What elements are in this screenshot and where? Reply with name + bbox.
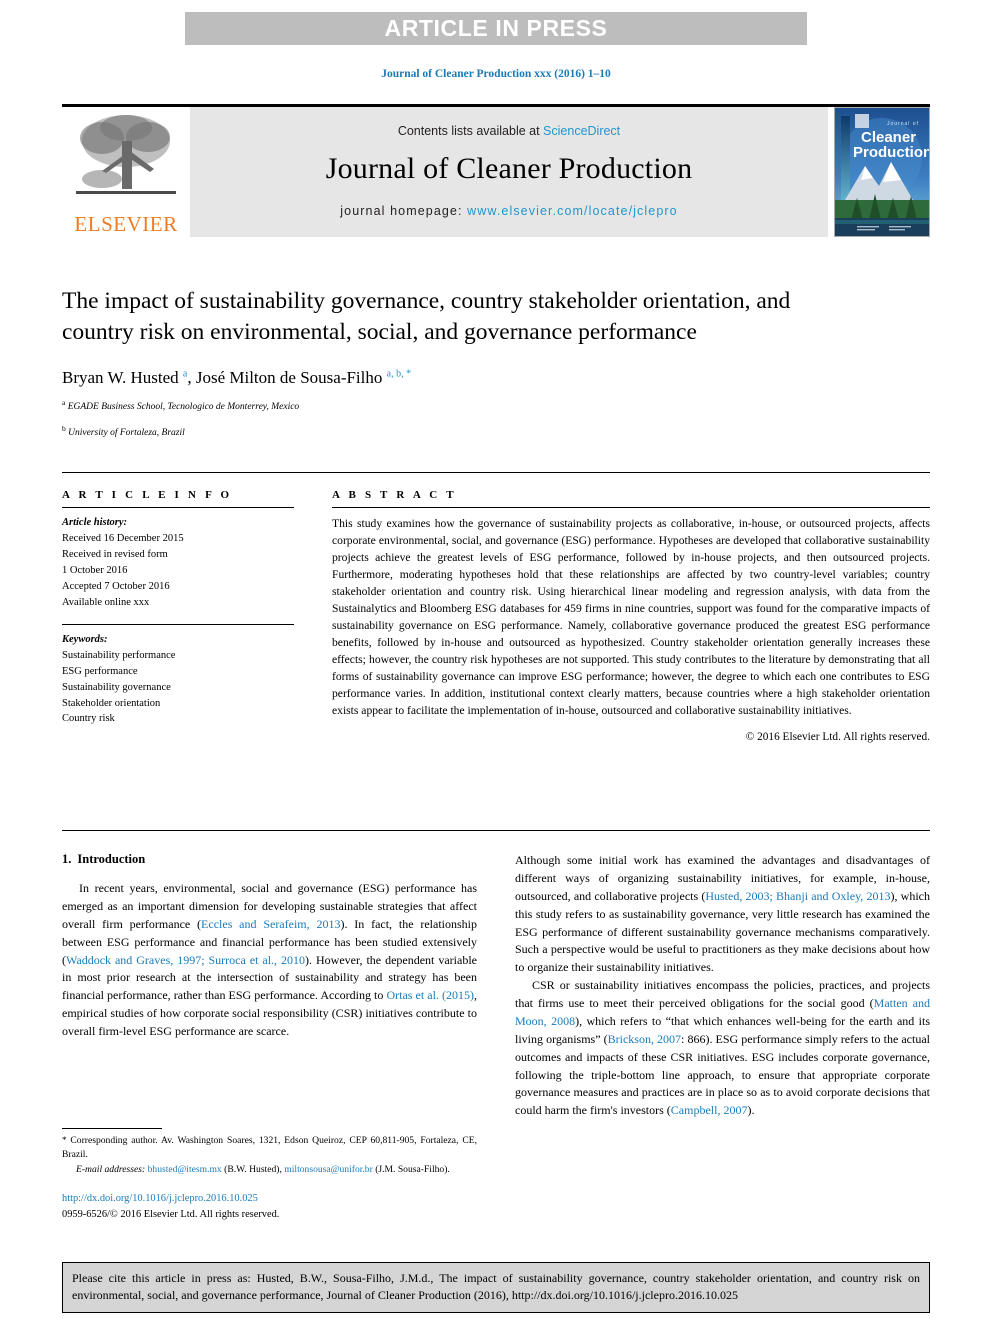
citation-link[interactable]: Eccles and Serafeim, 2013 (201, 917, 340, 931)
keyword-item: Sustainability governance (62, 681, 171, 693)
author-list: Bryan W. Husted a, José Milton de Sousa-… (62, 368, 862, 388)
email-owner-1: (B.W. Husted), (221, 1163, 285, 1175)
history-line: Received 16 December 2015 (62, 532, 184, 544)
affiliation-a: a EGADE Business School, Tecnologico de … (62, 397, 862, 414)
history-line: Received in revised form (62, 548, 168, 560)
keyword-item: Sustainability performance (62, 649, 176, 661)
journal-title: Journal of Cleaner Production (325, 152, 693, 185)
body-column-left: 1. Introduction In recent years, environm… (62, 852, 477, 1120)
title-block: The impact of sustainability governance,… (62, 286, 862, 441)
corresponding-author-note: * Corresponding author. Av. Washington S… (62, 1134, 477, 1163)
abstract-text: This study examines how the governance o… (332, 517, 930, 718)
citation-link[interactable]: Brickson, 2007 (608, 1032, 681, 1046)
elsevier-tree-icon (76, 115, 176, 194)
journal-masthead: ELSEVIER Contents lists available at Sci… (62, 104, 930, 240)
affiliation-b: b University of Fortaleza, Brazil (62, 423, 862, 440)
svg-text:Journal of: Journal of (887, 121, 919, 127)
body-columns: 1. Introduction In recent years, environm… (62, 852, 930, 1120)
email-addresses-note: E-mail addresses: bhusted@itesm.mx (B.W.… (62, 1163, 477, 1177)
contents-prefix: Contents lists available at (397, 124, 544, 138)
email-link-2[interactable]: miltonsousa@unifor.br (284, 1164, 373, 1175)
doi-block: http://dx.doi.org/10.1016/j.jclepro.2016… (62, 1191, 477, 1222)
citation-link[interactable]: Ortas et al. (2015) (386, 988, 474, 1002)
body-column-right: Although some initial work has examined … (515, 852, 930, 1120)
abstract-column: A B S T R A C T This study examines how … (332, 489, 930, 743)
affiliation-b-text: University of Fortaleza, Brazil (65, 428, 185, 439)
citation-link[interactable]: Campbell, 2007 (671, 1103, 748, 1117)
info-abstract-section: A R T I C L E I N F O Article history: R… (62, 489, 930, 743)
keywords-rule (62, 623, 294, 625)
journal-homepage-line: journal homepage: www.elsevier.com/locat… (340, 204, 677, 218)
paragraph-intro-1: In recent years, environmental, social a… (62, 880, 477, 1041)
article-info-rule (62, 507, 294, 508)
article-history-label: Article history: (62, 517, 128, 528)
text-run: CSR or sustainability initiatives encomp… (515, 978, 930, 1010)
issn-copyright-line: 0959-6526/© 2016 Elsevier Ltd. All right… (62, 1208, 280, 1220)
email-label: E-mail addresses: (76, 1163, 146, 1175)
journal-cover-thumbnail: Journal of Cleaner Production (834, 107, 930, 237)
abstract-copyright: © 2016 Elsevier Ltd. All rights reserved… (745, 731, 930, 744)
email-link-1[interactable]: bhusted@itesm.mx (148, 1164, 222, 1175)
doi-link[interactable]: http://dx.doi.org/10.1016/j.jclepro.2016… (62, 1191, 477, 1207)
keywords-label: Keywords: (62, 633, 108, 645)
elsevier-wordmark: ELSEVIER (74, 212, 178, 236)
rule-above-abstract (62, 472, 930, 473)
citation-link[interactable]: Husted, 2003; Bhanji and Oxley, 2013 (705, 889, 890, 903)
history-line: 1 October 2016 (62, 564, 128, 576)
keyword-item: Stakeholder orientation (62, 697, 161, 709)
author-2-affil-marker: a, b, * (386, 368, 412, 380)
article-in-press-label: ARTICLE IN PRESS (384, 15, 608, 41)
author-2: , José Milton de Sousa-Filho (187, 368, 387, 388)
footnote-rule (62, 1128, 162, 1129)
sciencedirect-link[interactable]: ScienceDirect (543, 124, 620, 138)
author-1: Bryan W. Husted (62, 368, 183, 388)
cover-art: Journal of Cleaner Production (835, 108, 929, 236)
email-owner-2: (J.M. Sousa-Filho). (372, 1163, 450, 1175)
abstract-rule (332, 507, 930, 508)
paragraph-right-1: Although some initial work has examined … (515, 852, 930, 977)
cite-this-article-box: Please cite this article in press as: Hu… (62, 1262, 930, 1314)
elsevier-logo: ELSEVIER (62, 107, 190, 237)
contents-available-line: Contents lists available at ScienceDirec… (398, 124, 620, 138)
keywords-block: Keywords: Sustainability performance ESG… (62, 632, 294, 728)
keyword-item: ESG performance (62, 665, 138, 677)
article-in-press-banner: ARTICLE IN PRESS (185, 12, 807, 45)
article-info-heading: A R T I C L E I N F O (62, 489, 233, 501)
cite-this-article-text: Please cite this article in press as: Hu… (72, 1271, 920, 1303)
masthead-center: Contents lists available at ScienceDirec… (190, 107, 828, 237)
corresponding-author-text: Corresponding author. Av. Washington Soa… (62, 1135, 477, 1161)
section-title-text: Introduction (77, 852, 146, 866)
page-title: The impact of sustainability governance,… (62, 288, 791, 346)
paragraph-right-2: CSR or sustainability initiatives encomp… (515, 977, 930, 1120)
article-info-column: A R T I C L E I N F O Article history: R… (62, 489, 294, 743)
abstract-heading: A B S T R A C T (332, 489, 457, 501)
affiliation-a-text: EGADE Business School, Tecnologico de Mo… (65, 402, 300, 413)
text-run: ). (747, 1103, 755, 1118)
section-number: 1. (62, 852, 72, 866)
article-history: Article history: Received 16 December 20… (62, 515, 294, 611)
keyword-item: Country risk (62, 713, 115, 725)
homepage-prefix: journal homepage: (340, 204, 468, 218)
article-page: ARTICLE IN PRESS Journal of Cleaner Prod… (0, 0, 992, 1323)
history-line: Available online xxx (62, 596, 150, 608)
section-heading-introduction: 1. Introduction (62, 852, 477, 867)
rule-below-abstract (62, 830, 930, 831)
journal-homepage-link[interactable]: www.elsevier.com/locate/jclepro (467, 204, 678, 218)
running-head: Journal of Cleaner Production xxx (2016)… (381, 68, 611, 80)
citation-link[interactable]: Waddock and Graves, 1997; Surroca et al.… (66, 953, 305, 967)
history-line: Accepted 7 October 2016 (62, 580, 170, 592)
svg-text:Production: Production (853, 144, 929, 161)
footnote-block: * Corresponding author. Av. Washington S… (62, 1128, 477, 1222)
